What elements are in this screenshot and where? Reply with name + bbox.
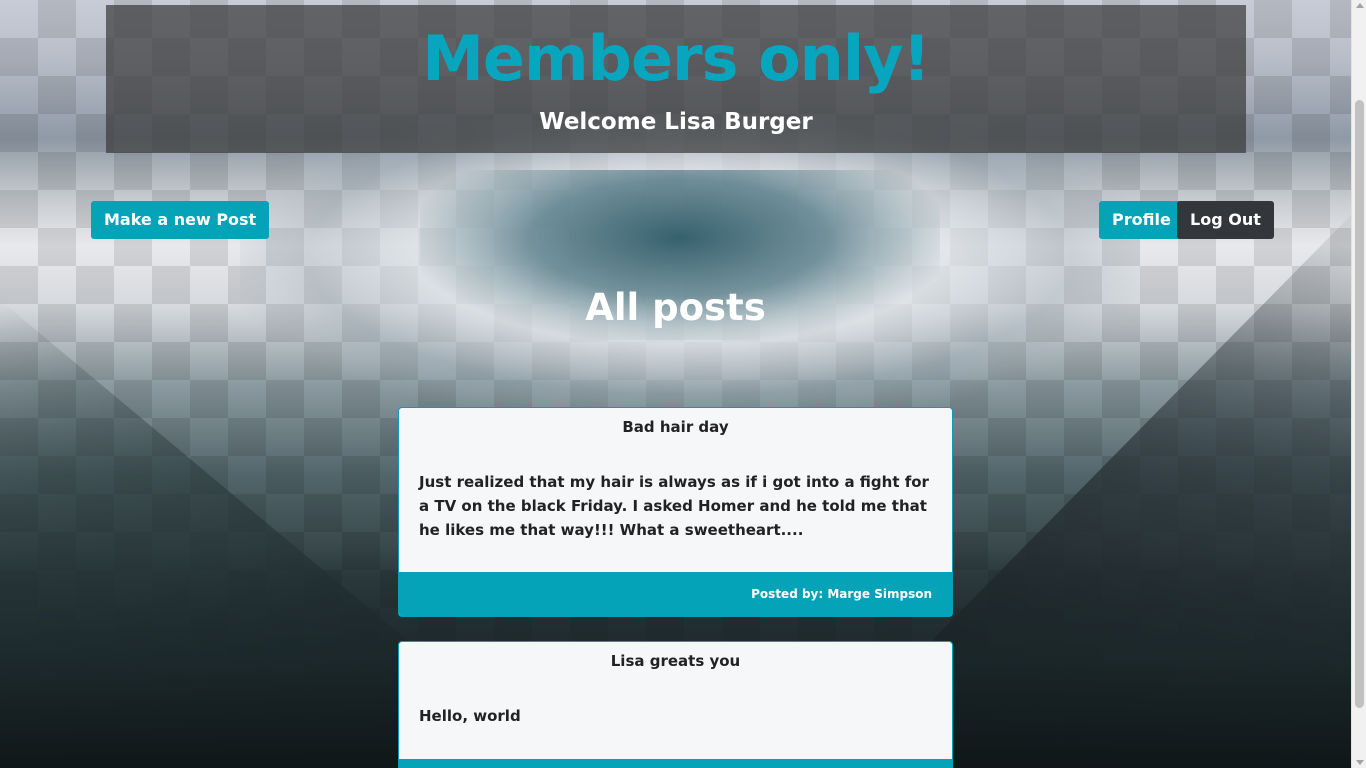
post-title: Lisa greats you xyxy=(610,652,741,670)
post-card: Bad hair day Just realized that my hair … xyxy=(398,407,953,617)
page-title: All posts xyxy=(585,286,766,329)
site-header: Members only! Welcome Lisa Burger xyxy=(106,5,1246,153)
page-scrollbar[interactable] xyxy=(1351,0,1366,768)
scroll-up-icon[interactable] xyxy=(1356,3,1364,8)
logout-button[interactable]: Log Out xyxy=(1177,201,1274,239)
post-body: Just realized that my hair is always as … xyxy=(419,473,929,539)
post-body: Hello, world xyxy=(419,707,521,725)
scroll-down-icon[interactable] xyxy=(1356,760,1364,765)
new-post-button[interactable]: Make a new Post xyxy=(91,201,270,239)
post-author: Posted by: Marge Simpson xyxy=(399,572,952,616)
post-card: Lisa greats you Hello, world xyxy=(398,641,953,768)
profile-button[interactable]: Profile xyxy=(1099,201,1184,239)
post-title: Bad hair day xyxy=(622,418,729,436)
welcome-message: Welcome Lisa Burger xyxy=(539,109,813,135)
scrollbar-thumb[interactable] xyxy=(1355,100,1364,708)
post-author xyxy=(399,759,952,768)
site-title: Members only! xyxy=(422,22,931,95)
